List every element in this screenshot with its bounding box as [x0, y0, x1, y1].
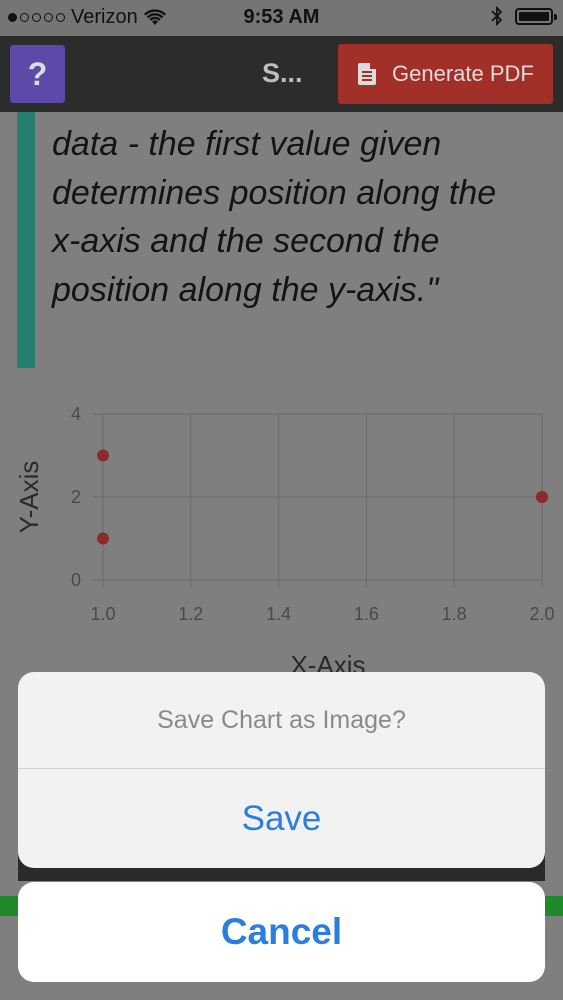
chart-svg: 1.0 1.2 1.4 1.6 1.8 2.0024Y-AxisX-Axis [14, 404, 555, 680]
bluetooth-icon [491, 6, 503, 26]
action-sheet: Save Chart as Image? Save [18, 672, 545, 868]
nav-bar: ? S... Generate PDF [0, 36, 563, 112]
quote-bar [17, 112, 35, 368]
data-point [97, 532, 109, 545]
scatter-chart[interactable]: 1.0 1.2 1.4 1.6 1.8 2.0 0 2 4 Y-Axis X-Axis [0, 402, 563, 692]
document-icon [358, 63, 376, 85]
help-button[interactable]: ? [10, 45, 65, 103]
y-axis-label: Y-Axis [14, 461, 44, 534]
x-tick-label: 2.0 [529, 604, 554, 624]
save-button[interactable]: Save [18, 769, 545, 868]
x-tick-label: 1.8 [442, 604, 467, 624]
data-point [97, 449, 109, 462]
x-tick-label: 1.0 [90, 604, 115, 624]
page-title: S... [262, 58, 303, 88]
action-sheet-title: Save Chart as Image? [18, 672, 545, 769]
y-tick-label: 4 [71, 404, 81, 424]
status-bar: Verizon 9:53 AM [0, 0, 563, 36]
y-tick-label: 0 [71, 570, 81, 590]
status-right [491, 6, 557, 26]
status-time: 9:53 AM [243, 6, 320, 28]
x-tick-label: 1.2 [178, 604, 203, 624]
data-point [536, 491, 548, 503]
x-tick-label: 1.4 [266, 604, 291, 624]
x-tick-label: 1.6 [354, 604, 379, 624]
generate-pdf-label: Generate PDF [392, 61, 534, 86]
y-tick-label: 2 [71, 487, 81, 507]
generate-pdf-button[interactable]: Generate PDF [338, 44, 553, 104]
cancel-button[interactable]: Cancel [18, 882, 545, 982]
battery-icon [515, 7, 557, 25]
quote-text: data - the first value given determines … [52, 125, 497, 309]
